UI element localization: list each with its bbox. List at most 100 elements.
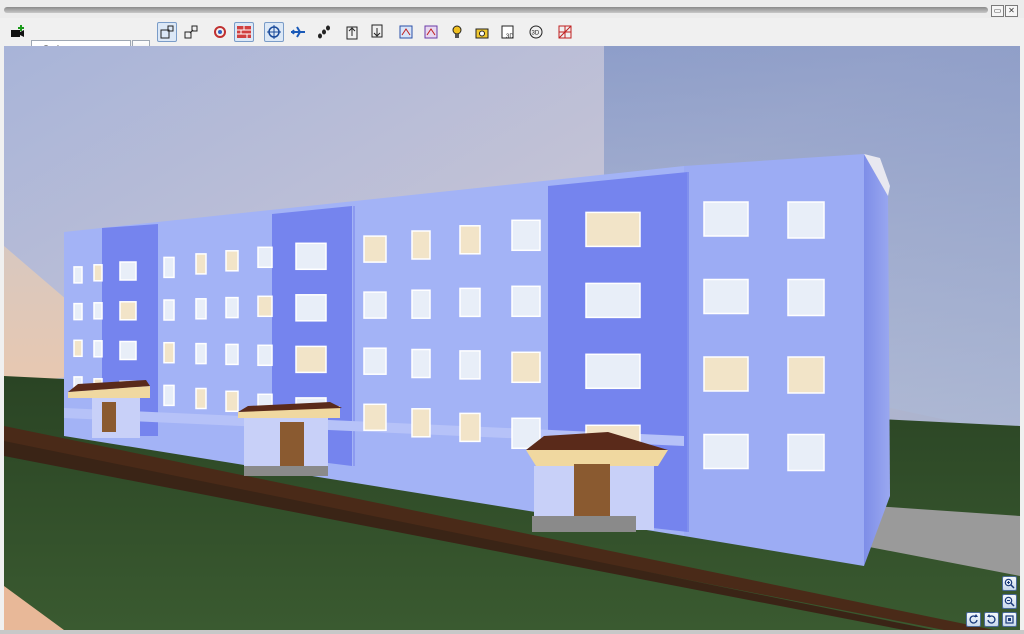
window (257, 344, 273, 367)
window (363, 347, 387, 375)
elevation-down-icon (371, 24, 383, 38)
window (411, 408, 431, 438)
airplane-icon (291, 26, 305, 38)
elevation-down-button[interactable] (367, 22, 387, 42)
building-scene (4, 46, 1020, 630)
wall-texture-button[interactable] (234, 22, 254, 42)
zoom-out-button[interactable] (1002, 594, 1017, 609)
perspective-view-button[interactable] (157, 22, 177, 42)
zoom-extents-icon (1005, 615, 1014, 624)
rotate-right-button[interactable] (984, 612, 999, 627)
svg-text:3D: 3D (506, 34, 514, 40)
window (411, 348, 431, 379)
render-icon (214, 26, 226, 38)
window (703, 201, 749, 237)
fly-button[interactable] (288, 22, 308, 42)
footsteps-icon (318, 25, 330, 39)
light-button[interactable] (447, 22, 467, 42)
add-camera-icon (11, 25, 24, 37)
window (459, 350, 481, 380)
section-grid-icon (558, 25, 572, 39)
restore-icon[interactable]: ▭ (991, 5, 1004, 17)
window (363, 291, 387, 319)
window (73, 302, 83, 321)
add-camera-button[interactable] (7, 22, 27, 42)
steps-2 (244, 466, 328, 476)
window (295, 242, 327, 271)
window (73, 339, 83, 358)
window (195, 387, 207, 410)
window (225, 390, 239, 413)
window (585, 282, 641, 319)
status-strip (0, 630, 1024, 634)
orthographic-view-icon (184, 25, 198, 39)
light-icon (452, 25, 462, 38)
building-side (864, 154, 890, 566)
window (225, 296, 239, 319)
frame-settings-alt-button[interactable] (421, 22, 441, 42)
window (163, 256, 175, 279)
snapshot-button[interactable] (472, 22, 492, 42)
window (703, 356, 749, 392)
window (93, 340, 103, 358)
walk-path-button[interactable] (314, 22, 334, 42)
zoom-extents-button[interactable] (1002, 612, 1017, 627)
window (511, 219, 541, 252)
window (257, 246, 273, 269)
orthographic-view-button[interactable] (181, 22, 201, 42)
window (119, 301, 137, 321)
toolbar: <Select camera> 3D 3D (0, 18, 1024, 60)
zoom-out-icon (1004, 596, 1015, 607)
window (585, 353, 641, 390)
rotate-left-icon (969, 614, 978, 624)
window (511, 285, 541, 318)
perspective-view-icon (160, 25, 174, 39)
render-button[interactable] (210, 22, 230, 42)
window (163, 341, 175, 364)
window (787, 201, 825, 239)
window (295, 345, 327, 374)
window (459, 412, 481, 443)
rotate-left-button[interactable] (966, 612, 981, 627)
canopy-3 (526, 450, 668, 466)
window (195, 253, 207, 275)
window (703, 433, 749, 470)
snapshot-icon (475, 28, 489, 39)
window (787, 356, 825, 394)
steps-3 (532, 516, 636, 532)
rotate-right-icon (987, 614, 996, 624)
3d-viewport[interactable] (4, 46, 1020, 630)
window (459, 287, 481, 318)
zoom-in-button[interactable] (1002, 576, 1017, 591)
orbit-button[interactable] (264, 22, 284, 42)
zoom-in-icon (1004, 578, 1015, 589)
window (195, 298, 207, 320)
window (225, 250, 239, 272)
window (225, 343, 239, 366)
frame-settings-icon (399, 25, 413, 39)
export-3d-icon: 3D (501, 25, 514, 40)
orbit-icon (267, 25, 281, 39)
section-grid-button[interactable] (555, 22, 575, 42)
door-1 (102, 402, 116, 432)
window (411, 230, 431, 260)
window (195, 342, 207, 365)
rotate-3d-button[interactable]: 3D (526, 22, 546, 42)
close-icon[interactable]: ✕ (1005, 5, 1018, 17)
title-bar-strip (4, 7, 988, 13)
window (511, 351, 541, 384)
window (459, 225, 481, 255)
export-3d-button[interactable]: 3D (498, 22, 518, 42)
window (787, 433, 825, 472)
window (257, 295, 273, 318)
elevation-up-button[interactable] (342, 22, 362, 42)
frame-settings-button[interactable] (396, 22, 416, 42)
window (703, 278, 749, 315)
window (93, 302, 103, 320)
window (119, 261, 137, 281)
window (73, 266, 83, 284)
window (363, 235, 387, 263)
door-2 (280, 422, 304, 466)
window (363, 403, 387, 432)
svg-text:3D: 3D (532, 31, 540, 37)
